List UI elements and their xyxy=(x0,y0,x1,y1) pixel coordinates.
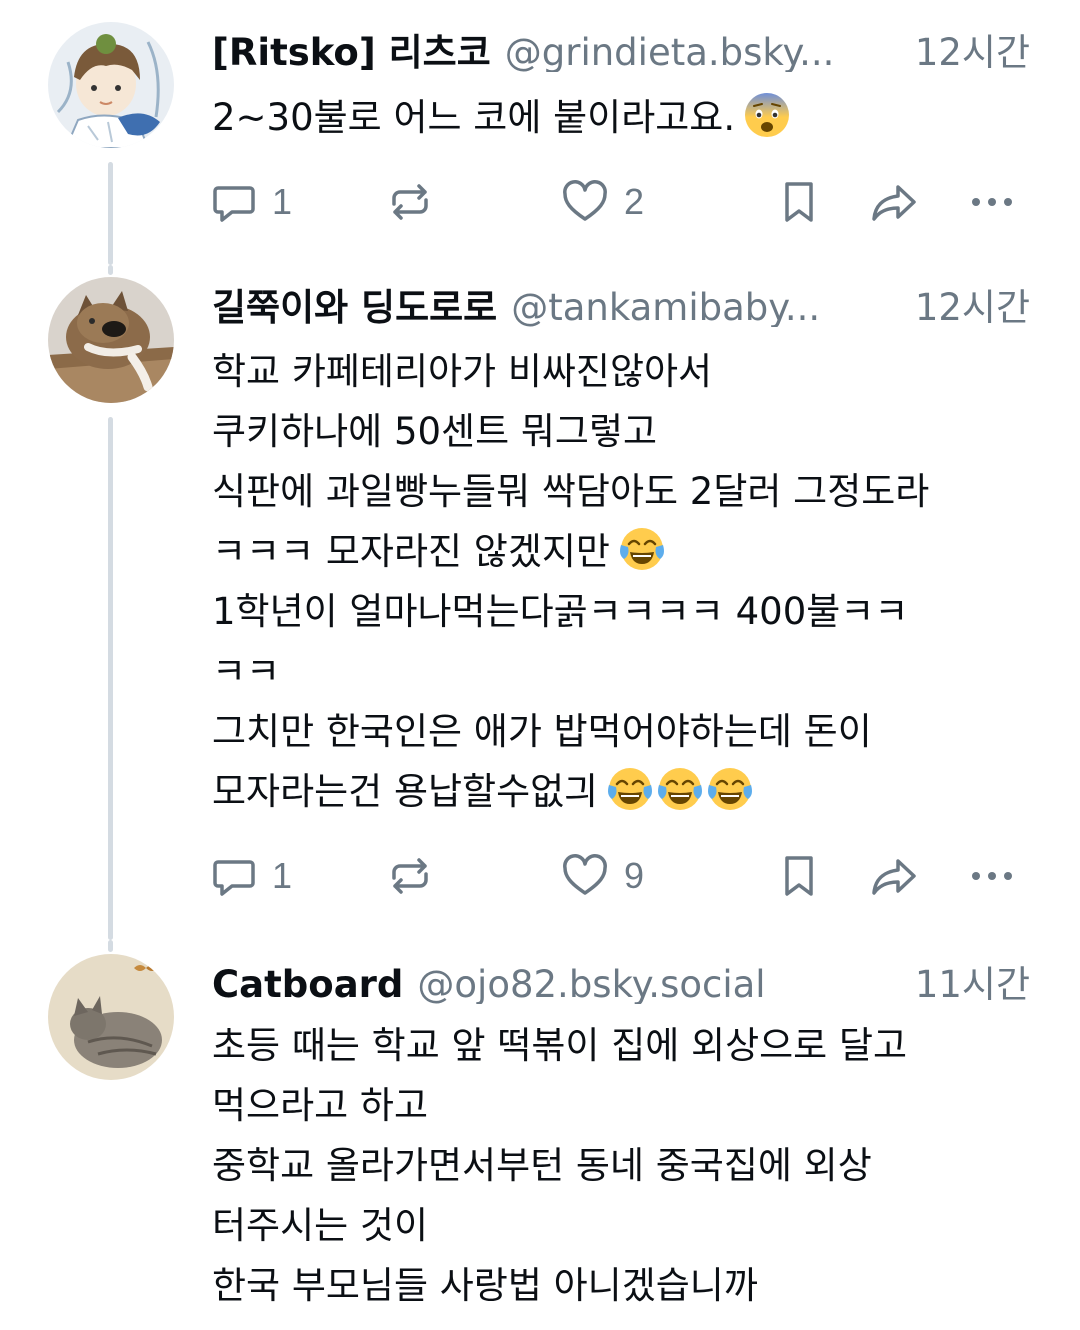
post-body: 초등 때는 학교 앞 떡볶이 집에 외상으로 달고 먹으라고 하고 중학교 올라… xyxy=(212,1016,1042,1316)
face-with-tears-of-joy-emoji xyxy=(619,528,664,570)
heart-icon xyxy=(563,180,607,221)
post-ritsko[interactable]: [Ritsko] 리츠코 @grindieta.bsky... 12시간 2~3… xyxy=(0,0,1080,265)
post-catboard[interactable]: Catboard @ojo82.bsky.social 11시간 초등 때는 학… xyxy=(0,940,1080,1330)
display-name[interactable]: [Ritsko] 리츠코 xyxy=(212,22,491,72)
like-button[interactable]: 2 xyxy=(560,172,644,232)
reply-count: 1 xyxy=(272,181,293,222)
post-body: 2~30불로 어느 코에 붙이라고요. xyxy=(212,88,1042,148)
thread-line xyxy=(108,417,113,940)
post-line: ㅋㅋㅋ 모자라진 않겠지만 xyxy=(212,522,1042,582)
more-dots-icon xyxy=(972,198,1012,206)
more-button[interactable] xyxy=(968,846,1016,906)
share-button[interactable] xyxy=(868,846,920,906)
post-line: 모자라는건 용납할수없긔 xyxy=(212,762,1042,822)
post-line: 2~30불로 어느 코에 붙이라고요. xyxy=(212,88,1042,148)
post-line: 1학년이 얼마나먹는다곩ㅋㅋㅋㅋ 400불ㅋㅋ xyxy=(212,590,909,633)
post-line-text: ㅋㅋㅋ 모자라진 않겠지만 xyxy=(212,530,610,573)
thread-line xyxy=(108,162,113,265)
timestamp[interactable]: 11시간 xyxy=(901,954,1030,1004)
repost-button[interactable] xyxy=(385,172,435,232)
post-header: 길쭉이와 딩도로로 @tankamibaby... 12시간 xyxy=(212,277,1030,327)
face-with-tears-of-joy-emoji xyxy=(658,768,703,810)
like-count: 2 xyxy=(624,181,645,222)
post-line: 학교 카페테리아가 비싸진않아서 xyxy=(212,350,713,393)
post-line: ㅋㅋ xyxy=(212,650,281,693)
post-line-text: 모자라는건 용납할수없긔 xyxy=(212,770,599,813)
repost-button[interactable] xyxy=(385,846,435,906)
display-name[interactable]: Catboard xyxy=(212,963,403,1004)
like-count: 9 xyxy=(624,855,645,896)
bookmark-button[interactable] xyxy=(777,846,821,906)
post-header: Catboard @ojo82.bsky.social 11시간 xyxy=(212,954,1030,1004)
post-line: 터주시는 것이 xyxy=(212,1204,429,1247)
heart-icon xyxy=(563,854,607,895)
face-with-tears-of-joy-emoji xyxy=(608,768,653,810)
handle[interactable]: @ojo82.bsky.social xyxy=(417,963,765,1004)
more-button[interactable] xyxy=(968,172,1016,232)
post-actions: 1 9 xyxy=(200,846,1030,906)
post-line-text: 2~30불로 어느 코에 붙이라고요. xyxy=(212,96,736,139)
avatar[interactable] xyxy=(48,277,174,403)
post-line: 쿠키하나에 50센트 뭐그렇고 xyxy=(212,410,658,453)
avatar[interactable] xyxy=(48,22,174,148)
cat-painting-avatar-image xyxy=(48,954,174,1080)
avatar[interactable] xyxy=(48,954,174,1080)
post-header: [Ritsko] 리츠코 @grindieta.bsky... 12시간 xyxy=(212,22,1030,72)
bookmark-icon xyxy=(785,856,813,896)
timestamp[interactable]: 12시간 xyxy=(901,22,1030,72)
share-arrow-icon xyxy=(872,185,916,221)
reply-count: 1 xyxy=(272,855,293,896)
post-actions: 1 2 xyxy=(200,172,1030,232)
thread-line xyxy=(108,265,113,275)
repost-arrows-icon xyxy=(392,858,428,894)
post-line: 한국 부모님들 사랑법 아니겠습니까 xyxy=(212,1264,758,1307)
fearful-face-emoji xyxy=(745,93,790,137)
anime-sketch-avatar-image xyxy=(48,22,174,148)
post-line: 식판에 과일빵누들뭐 싹담아도 2달러 그정도라 xyxy=(212,470,930,513)
thread-line xyxy=(108,940,113,952)
reply-bubble-icon xyxy=(213,860,255,896)
face-with-tears-of-joy-emoji xyxy=(708,768,753,810)
more-dots-icon xyxy=(972,872,1012,880)
post-line: 중학교 올라가면서부턴 동네 중국집에 외상 xyxy=(212,1144,872,1187)
repost-arrows-icon xyxy=(392,184,428,220)
share-arrow-icon xyxy=(872,859,916,895)
post-line: 그치만 한국인은 애가 밥먹어야하는데 돈이 xyxy=(212,710,872,753)
reply-bubble-icon xyxy=(213,186,255,222)
handle[interactable]: @grindieta.bsky... xyxy=(505,31,835,72)
post-body: 학교 카페테리아가 비싸진않아서 쿠키하나에 50센트 뭐그렇고 식판에 과일빵… xyxy=(212,342,1042,822)
cat-photo-avatar-image xyxy=(48,277,174,403)
bookmark-button[interactable] xyxy=(777,172,821,232)
reply-button[interactable]: 1 xyxy=(210,172,292,232)
post-line: 먹으라고 하고 xyxy=(212,1084,429,1127)
display-name[interactable]: 길쭉이와 딩도로로 xyxy=(212,277,497,327)
like-button[interactable]: 9 xyxy=(560,846,644,906)
handle[interactable]: @tankamibaby... xyxy=(511,286,820,327)
reply-button[interactable]: 1 xyxy=(210,846,292,906)
bookmark-icon xyxy=(785,182,813,222)
share-button[interactable] xyxy=(868,172,920,232)
timestamp[interactable]: 12시간 xyxy=(901,277,1030,327)
post-tankamibaby[interactable]: 길쭉이와 딩도로로 @tankamibaby... 12시간 학교 카페테리아가… xyxy=(0,265,1080,940)
post-line: 초등 때는 학교 앞 떡볶이 집에 외상으로 달고 xyxy=(212,1024,908,1067)
